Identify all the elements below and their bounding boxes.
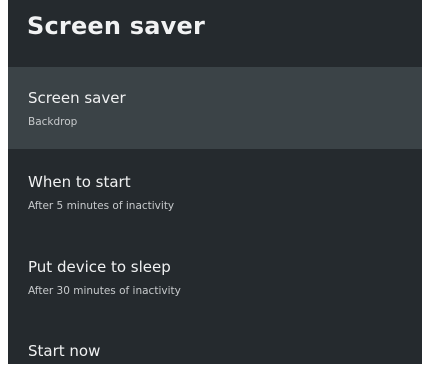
setting-item-title: Put device to sleep [28,258,171,276]
setting-item-when-to-start[interactable]: When to start After 5 minutes of inactiv… [8,149,422,231]
setting-item-title: When to start [28,173,131,191]
setting-item-subtitle: After 5 minutes of inactivity [28,200,175,212]
setting-item-subtitle: After 30 minutes of inactivity [28,285,181,297]
setting-item-title: Screen saver [28,89,126,107]
setting-item-put-device-to-sleep[interactable]: Put device to sleep After 30 minutes of … [8,231,422,313]
setting-item-title: Start now [28,342,101,360]
page-title: Screen saver [27,12,205,40]
setting-item-start-now[interactable]: Start now [8,313,422,364]
screen-saver-settings-panel: Screen saver Screen saver Backdrop When … [8,0,422,364]
setting-item-subtitle: Backdrop [28,116,78,128]
setting-item-screen-saver[interactable]: Screen saver Backdrop [8,67,422,149]
